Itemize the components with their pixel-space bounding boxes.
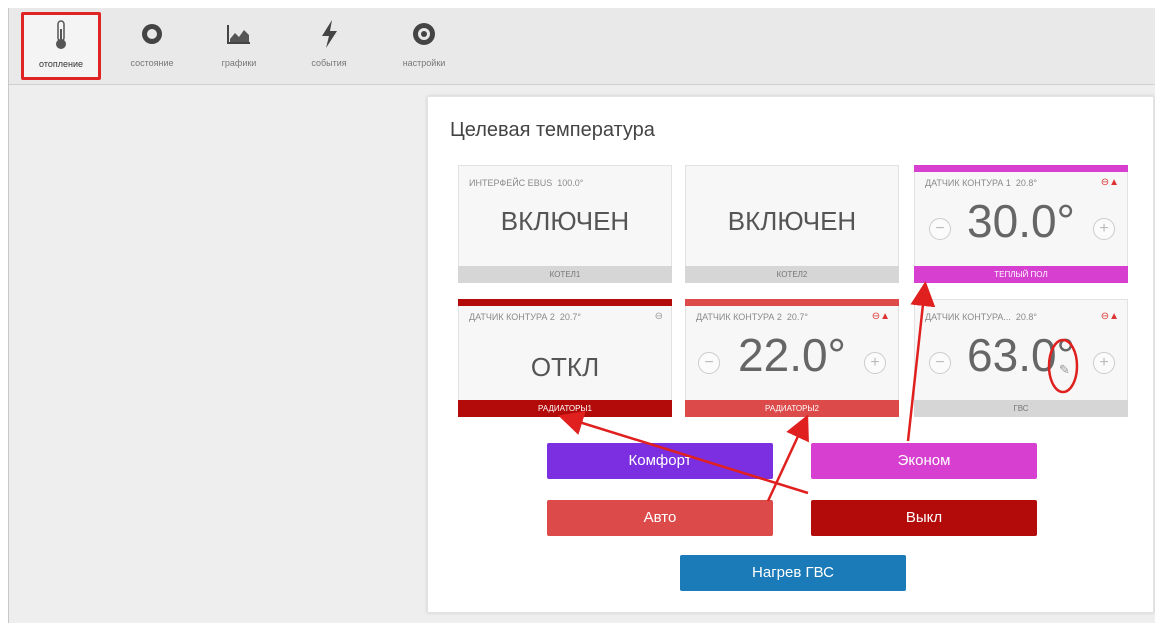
tab-settings[interactable]: настройки <box>389 14 459 80</box>
card-value: ВКЛЮЧЕН <box>500 206 630 236</box>
pencil-icon[interactable]: ✎ <box>1059 362 1070 378</box>
tab-events-label: события <box>311 58 347 68</box>
card-warm-floor: ДАТЧИК КОНТУРА 1 20.8° ⊖▲ − 30.0° + ТЕПЛЫ… <box>914 165 1128 283</box>
tab-settings-label: настройки <box>402 58 446 68</box>
card-radiators1: ДАТЧИК КОНТУРА 2 20.7° ⊖ ОТКЛ РАДИАТОРЫ1 <box>458 299 672 417</box>
card-top-bar <box>458 299 672 306</box>
card-boiler2[interactable]: ВКЛЮЧЕН КОТЕЛ2 <box>685 165 899 283</box>
increase-button[interactable]: + <box>1093 352 1115 374</box>
card-header-value: 20.7° <box>559 312 582 322</box>
card-header: ДАТЧИК КОНТУРА 2 20.7° ⊖ <box>469 311 663 322</box>
mode-icon: ⊖ <box>654 311 663 322</box>
card-header: ДАТЧИК КОНТУРА 1 20.8° ⊖▲ <box>925 177 1119 188</box>
tab-status[interactable]: состояние <box>117 14 187 80</box>
tab-events[interactable]: события <box>299 14 359 80</box>
panel-title: Целевая температура <box>450 119 655 141</box>
target-temperature-panel: Целевая температура ИНТЕРФЕЙС EBUS 100.0… <box>427 96 1154 613</box>
card-value: ОТКЛ <box>530 352 600 382</box>
card-header-label: ДАТЧИК КОНТУРА 1 <box>925 178 1011 188</box>
comfort-button[interactable]: Комфорт <box>547 443 773 479</box>
card-footer: КОТЕЛ1 <box>458 266 672 283</box>
increase-button[interactable]: + <box>864 352 886 374</box>
card-value: ВКЛЮЧЕН <box>727 206 857 236</box>
circle-icon <box>117 14 187 54</box>
gear-icon <box>389 14 459 54</box>
tab-charts-label: графики <box>221 58 257 68</box>
card-footer: РАДИАТОРЫ1 <box>458 400 672 417</box>
card-footer: ГВС <box>914 400 1128 417</box>
top-toolbar: отопление состояние графики события наст… <box>9 8 1155 85</box>
card-radiators2: ДАТЧИК КОНТУРА 2 20.7° ⊖▲ − 22.0° + РАДИА… <box>685 299 899 417</box>
card-hot-water: ДАТЧИК КОНТУРА... 20.8° ⊖▲ − 63.0° ✎ + ГВ… <box>914 299 1128 417</box>
off-button[interactable]: Выкл <box>811 500 1037 536</box>
card-header: ДАТЧИК КОНТУРА... 20.8° ⊖▲ <box>925 311 1119 322</box>
tab-charts[interactable]: графики <box>209 14 269 80</box>
card-boiler1[interactable]: ИНТЕРФЕЙС EBUS 100.0° ВКЛЮЧЕН КОТЕЛ1 <box>458 165 672 283</box>
card-footer: КОТЕЛ2 <box>685 266 899 283</box>
thermometer-icon <box>24 15 98 55</box>
card-header-value: 20.8° <box>1015 312 1038 322</box>
hot-water-heat-button[interactable]: Нагрев ГВС <box>680 555 906 591</box>
increase-button[interactable]: + <box>1093 218 1115 240</box>
card-header-value: 20.8° <box>1015 178 1038 188</box>
card-header: ДАТЧИК КОНТУРА 2 20.7° ⊖▲ <box>696 311 890 322</box>
card-header: ИНТЕРФЕЙС EBUS 100.0° <box>469 178 663 188</box>
card-header-value: 20.7° <box>786 312 809 322</box>
auto-button[interactable]: Авто <box>547 500 773 536</box>
economy-button[interactable]: Эконом <box>811 443 1037 479</box>
card-header-label: ДАТЧИК КОНТУРА 2 <box>696 312 782 322</box>
card-header-value: 100.0° <box>557 178 584 188</box>
flame-icon: ⊖▲ <box>871 311 890 322</box>
chart-icon <box>209 14 269 54</box>
card-footer: РАДИАТОРЫ2 <box>685 400 899 417</box>
card-top-bar <box>685 299 899 306</box>
card-header-label: ДАТЧИК КОНТУРА 2 <box>469 312 555 322</box>
tab-heating-label: отопление <box>39 59 83 69</box>
flame-icon: ⊖▲ <box>1100 177 1119 188</box>
card-footer: ТЕПЛЫЙ ПОЛ <box>914 266 1128 283</box>
lightning-icon <box>299 14 359 54</box>
tab-heating[interactable]: отопление <box>21 12 101 80</box>
flame-icon: ⊖▲ <box>1100 311 1119 322</box>
card-header-label: ИНТЕРФЕЙС EBUS <box>469 178 553 188</box>
card-top-bar <box>914 165 1128 172</box>
card-header-label: ДАТЧИК КОНТУРА... <box>925 312 1011 322</box>
tab-status-label: состояние <box>130 58 174 68</box>
